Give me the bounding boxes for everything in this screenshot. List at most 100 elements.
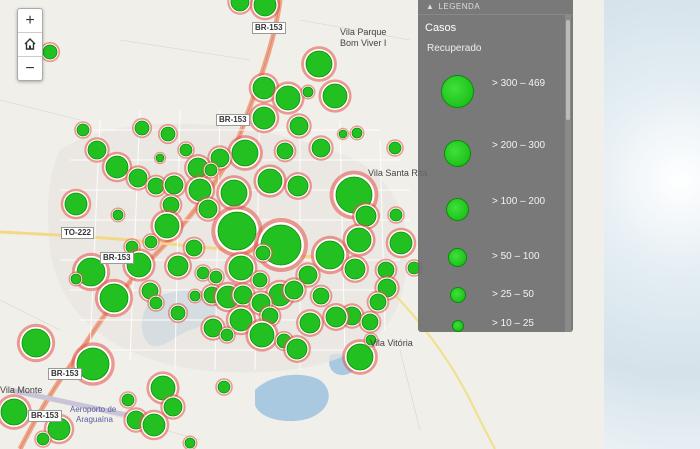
case-marker[interactable] [87,140,107,160]
case-marker[interactable] [315,240,345,270]
case-marker[interactable] [305,50,333,78]
page-background [604,0,700,449]
legend-header-label: LEGENDA [438,2,481,11]
circle-symbol-icon [444,140,471,167]
case-marker[interactable] [163,397,183,417]
case-marker[interactable] [311,138,331,158]
legend-item: > 100 – 200 [418,194,566,230]
case-marker[interactable] [346,227,372,253]
case-marker[interactable] [255,245,271,261]
case-marker[interactable] [185,239,203,257]
case-marker[interactable] [142,413,166,437]
home-button[interactable] [18,33,42,57]
place-label: Aeroporto de [70,405,117,414]
case-marker[interactable] [149,296,163,310]
case-marker[interactable] [196,266,210,280]
legend-title: Casos [425,22,457,34]
legend-item-label: > 50 – 100 [492,251,540,262]
case-marker[interactable] [167,255,189,277]
case-marker[interactable] [170,305,186,321]
case-marker[interactable] [287,175,309,197]
case-marker[interactable] [284,280,304,300]
legend-item: > 10 – 25 [418,316,566,332]
case-marker[interactable] [179,143,193,157]
case-marker[interactable] [64,192,88,216]
legend-panel: ▲ LEGENDA Casos Recuperado > 300 – 469 > … [418,0,573,332]
case-marker[interactable] [220,328,234,342]
circle-symbol-icon [452,320,464,332]
case-marker[interactable] [389,231,413,255]
case-marker[interactable] [189,290,201,302]
case-marker[interactable] [112,209,124,221]
case-marker[interactable] [76,347,110,381]
case-marker[interactable] [312,287,330,305]
place-label: Vila Vitória [370,338,413,348]
road-label: BR-153 [216,114,250,126]
case-marker[interactable] [217,380,231,394]
case-marker[interactable] [302,86,314,98]
case-marker[interactable] [220,179,248,207]
case-marker[interactable] [389,208,403,222]
case-marker[interactable] [121,393,135,407]
case-marker[interactable] [257,168,283,194]
case-marker[interactable] [155,153,165,163]
legend-item-label: > 10 – 25 [492,318,534,329]
case-marker[interactable] [249,322,275,348]
case-marker[interactable] [70,273,82,285]
case-marker[interactable] [76,123,90,137]
case-marker[interactable] [228,255,254,281]
case-marker[interactable] [276,142,294,160]
legend-item-label: > 25 – 50 [492,289,534,300]
legend-item: > 25 – 50 [418,285,566,305]
road-label: TO-222 [61,227,94,239]
case-marker[interactable] [36,432,50,446]
case-marker[interactable] [99,283,129,313]
case-marker[interactable] [144,235,158,249]
place-label: Bom Viver I [340,38,387,48]
case-marker[interactable] [231,139,259,167]
case-marker[interactable] [217,211,257,251]
legend-header[interactable]: ▲ LEGENDA [418,0,573,15]
zoom-in-button[interactable]: + [18,9,42,33]
case-marker[interactable] [369,293,387,311]
case-marker[interactable] [164,175,184,195]
case-marker[interactable] [325,306,347,328]
chevron-up-icon: ▲ [426,2,435,11]
case-marker[interactable] [361,313,379,331]
case-marker[interactable] [105,155,129,179]
legend-scroll-thumb[interactable] [566,20,570,120]
case-marker[interactable] [204,163,218,177]
case-marker[interactable] [286,338,308,360]
case-marker[interactable] [128,168,148,188]
case-marker[interactable] [289,116,309,136]
home-icon [24,38,36,50]
case-marker[interactable] [154,213,180,239]
case-marker[interactable] [388,141,402,155]
case-marker[interactable] [42,44,58,60]
case-marker[interactable] [209,270,223,284]
zoom-out-button[interactable]: − [18,57,42,80]
case-marker[interactable] [134,120,150,136]
legend-item-label: > 200 – 300 [492,140,546,151]
case-marker[interactable] [344,258,366,280]
circle-symbol-icon [446,198,469,221]
legend-item-label: > 100 – 200 [492,196,546,207]
case-marker[interactable] [355,205,377,227]
case-marker[interactable] [351,127,363,139]
case-marker[interactable] [252,106,276,130]
case-marker[interactable] [252,272,268,288]
circle-symbol-icon [450,287,466,303]
case-marker[interactable] [299,312,321,334]
road-label: BR-153 [252,22,286,34]
case-marker[interactable] [338,129,348,139]
case-marker[interactable] [0,398,28,426]
case-marker[interactable] [21,328,51,358]
case-marker[interactable] [160,126,176,142]
case-marker[interactable] [198,199,218,219]
case-marker[interactable] [275,85,301,111]
legend-item: > 50 – 100 [418,244,566,270]
case-marker[interactable] [184,437,196,449]
case-marker[interactable] [322,83,348,109]
legend-item: > 300 – 469 [418,72,566,116]
road-label: BR-153 [48,368,82,380]
